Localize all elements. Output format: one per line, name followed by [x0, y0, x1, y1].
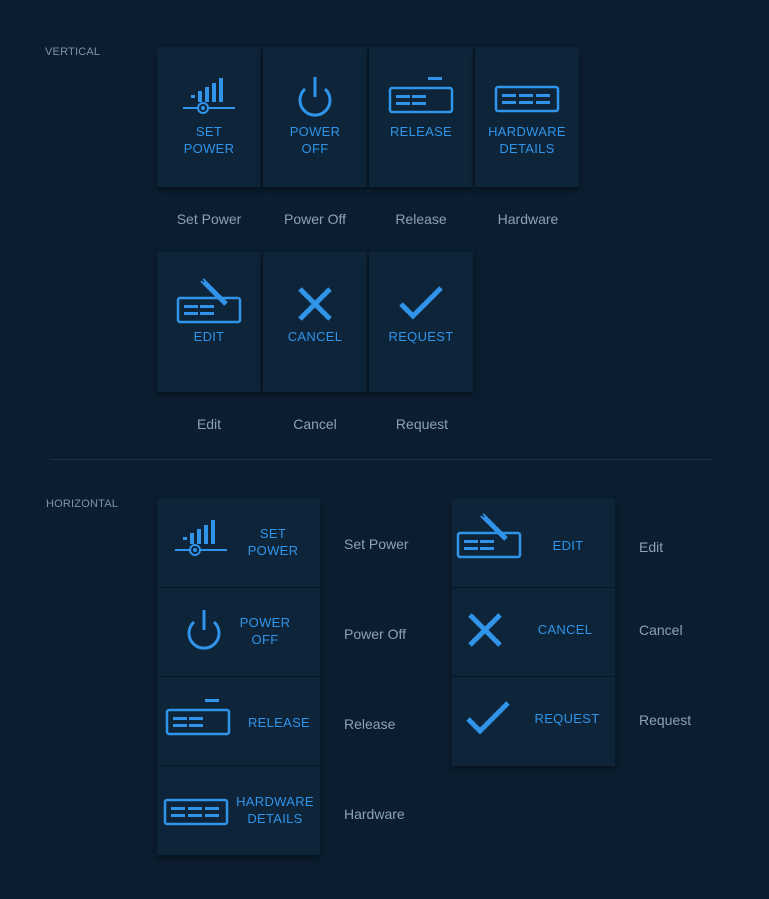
cancel-caption: Cancel	[293, 416, 337, 432]
hardware-caption: Hardware	[497, 211, 559, 227]
edit-icon	[176, 277, 242, 324]
set-power-button-vertical[interactable]: SET POWER	[157, 47, 261, 187]
release-button-horizontal[interactable]: RELEASE	[157, 677, 320, 766]
request-caption: Request	[639, 712, 692, 728]
power-off-label: POWER OFF	[289, 124, 341, 156]
request-label: REQUEST	[534, 711, 600, 726]
hardware-icon	[494, 85, 560, 113]
hardware-details-button-vertical[interactable]: HARDWARE DETAILS	[475, 47, 579, 187]
power-icon	[298, 77, 332, 117]
release-caption: Release	[395, 211, 447, 227]
checkmark-icon	[466, 701, 510, 735]
cancel-button-vertical[interactable]: CANCEL	[263, 252, 367, 392]
set-power-caption: Set Power	[176, 211, 242, 227]
horizontal-section-label: HORIZONTAL	[46, 498, 119, 510]
set-power-button-horizontal[interactable]: SET POWER	[157, 499, 320, 588]
release-caption: Release	[344, 716, 396, 732]
checkmark-icon	[399, 286, 443, 320]
power-off-button-horizontal[interactable]: POWER OFF	[157, 588, 320, 677]
power-icon	[187, 610, 221, 650]
horizontal-column-1: SET POWER POWER OFF RELEASE HARDWARE DET…	[157, 499, 320, 855]
set-power-label: SET POWER	[247, 526, 299, 558]
signal-power-icon	[175, 520, 227, 556]
request-button-horizontal[interactable]: REQUEST	[452, 677, 615, 766]
release-label: RELEASE	[389, 124, 453, 139]
cancel-button-horizontal[interactable]: CANCEL	[452, 588, 615, 677]
request-label: REQUEST	[388, 329, 454, 344]
horizontal-column-2: EDIT CANCEL REQUEST	[452, 499, 615, 766]
hardware-details-label: HARDWARE DETAILS	[236, 794, 314, 826]
cancel-label: CANCEL	[537, 622, 593, 637]
vertical-row-2: EDIT CANCEL REQUEST	[157, 252, 473, 392]
signal-power-icon	[183, 78, 235, 114]
edit-caption: Edit	[639, 539, 664, 555]
power-off-caption: Power Off	[344, 626, 406, 642]
vertical-section-label: VERTICAL	[45, 46, 101, 58]
close-icon	[468, 613, 502, 647]
edit-label: EDIT	[552, 538, 584, 553]
cancel-caption: Cancel	[639, 622, 683, 638]
power-off-label: POWER OFF	[239, 615, 291, 647]
edit-caption: Edit	[196, 416, 222, 432]
set-power-caption: Set Power	[344, 536, 409, 552]
power-off-button-vertical[interactable]: POWER OFF	[263, 47, 367, 187]
request-caption: Request	[395, 416, 449, 432]
set-power-label: SET POWER	[183, 124, 235, 156]
release-icon	[388, 77, 454, 114]
release-icon	[165, 699, 231, 736]
section-divider	[50, 459, 712, 460]
close-icon	[298, 287, 332, 321]
hardware-details-label: HARDWARE DETAILS	[488, 124, 566, 156]
cancel-label: CANCEL	[287, 329, 343, 344]
release-label: RELEASE	[247, 715, 311, 730]
hardware-details-button-horizontal[interactable]: HARDWARE DETAILS	[157, 766, 320, 855]
edit-button-horizontal[interactable]: EDIT	[452, 499, 615, 588]
release-button-vertical[interactable]: RELEASE	[369, 47, 473, 187]
hardware-icon	[163, 798, 229, 826]
edit-button-vertical[interactable]: EDIT	[157, 252, 261, 392]
edit-label: EDIT	[193, 329, 225, 344]
power-off-caption: Power Off	[284, 211, 346, 227]
request-button-vertical[interactable]: REQUEST	[369, 252, 473, 392]
vertical-row-1: SET POWER POWER OFF RELEASE HARDWARE DET…	[157, 47, 579, 187]
edit-icon	[456, 512, 522, 559]
hardware-caption: Hardware	[344, 806, 405, 822]
